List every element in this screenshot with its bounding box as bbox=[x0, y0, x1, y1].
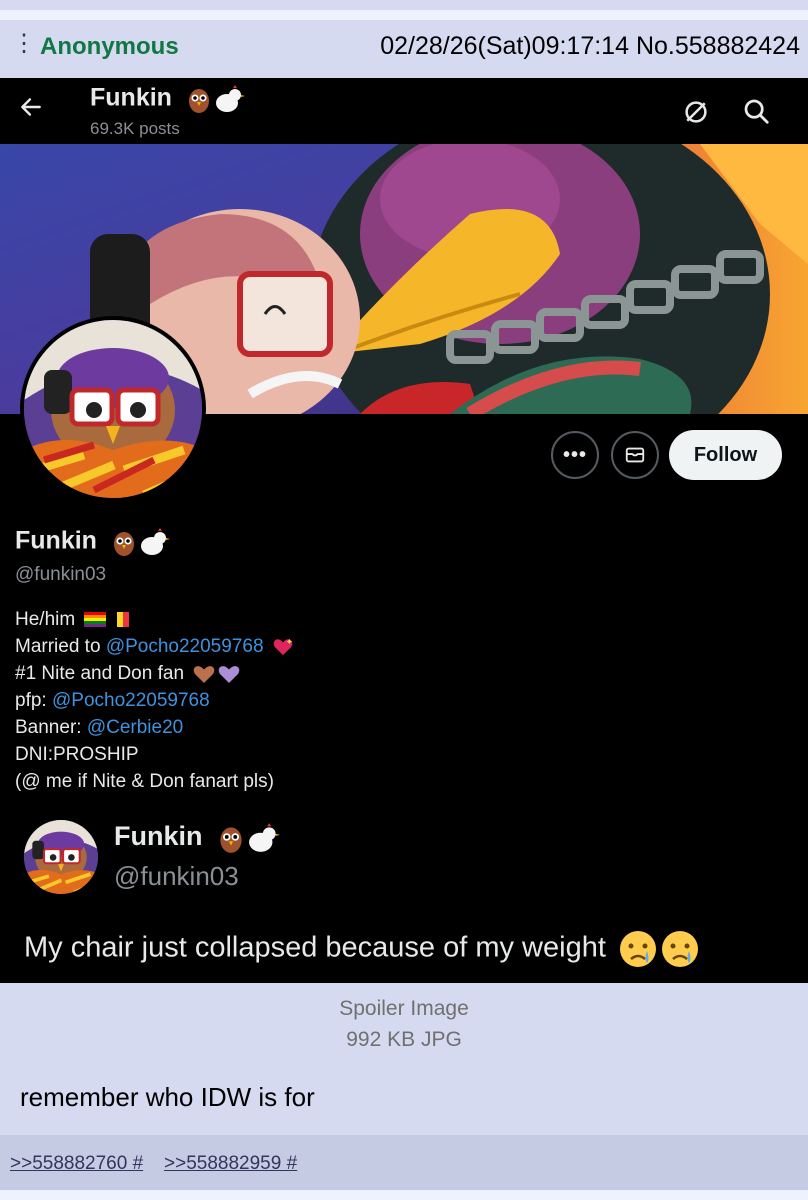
arrow-left-icon[interactable] bbox=[18, 94, 44, 120]
owl-chicken-emoji-icon bbox=[220, 823, 280, 853]
mention-link[interactable]: @Cerbie20 bbox=[87, 717, 183, 738]
owl-avatar-image bbox=[24, 320, 202, 498]
tweet-avatar[interactable] bbox=[24, 820, 98, 894]
post-menu-icon[interactable]: ⋮ bbox=[12, 32, 36, 56]
owl-chicken-emoji-icon bbox=[188, 85, 245, 113]
mention-link[interactable]: @Pocho22059768 bbox=[106, 636, 264, 657]
brown-purple-heart-icons bbox=[194, 666, 240, 683]
bio-pfp-text: pfp: bbox=[15, 690, 52, 711]
mute-icon[interactable] bbox=[681, 97, 711, 127]
tweet-author-handle: @funkin03 bbox=[114, 861, 239, 891]
envelope-icon bbox=[625, 447, 645, 463]
tweet-name-text: Funkin bbox=[114, 821, 203, 852]
profile-avatar[interactable] bbox=[20, 316, 206, 502]
spoiler-label[interactable]: Spoiler Image bbox=[0, 993, 808, 1024]
post-comment: remember who IDW is for bbox=[20, 1082, 315, 1112]
bio-banner-text: Banner: bbox=[15, 717, 87, 738]
header-name-text: Funkin bbox=[90, 83, 172, 112]
bio-line: DNI:PROSHIP bbox=[15, 744, 139, 765]
bio-line: Married to @Pocho22059768 bbox=[15, 633, 775, 660]
post-count: 69.3K posts bbox=[90, 119, 180, 138]
tweet-body-text: My chair just collapsed because of my we… bbox=[24, 931, 606, 964]
bio-married-text: Married to bbox=[15, 636, 106, 657]
profile-display-name: Funkin bbox=[15, 526, 170, 558]
bio-line: (@ me if Nite & Don fanart pls) bbox=[15, 771, 274, 792]
profile-bio: He/him Married to @Pocho22059768 #1 Nite… bbox=[15, 606, 775, 795]
more-options-button[interactable]: ••• bbox=[551, 431, 599, 479]
tweet-author-name: Funkin bbox=[114, 821, 280, 855]
crying-face-emoji-icon bbox=[619, 931, 698, 967]
attached-image[interactable]: Funkin 69.3K posts ••• Follow Funkin @fu… bbox=[0, 78, 808, 983]
tweet-text: My chair just collapsed because of my we… bbox=[24, 929, 702, 969]
sparkling-heart-icon bbox=[273, 638, 293, 656]
post-header: ⋮ Anonymous 02/28/26(Sat)09:17:14 No.558… bbox=[0, 20, 808, 72]
twitter-top-bar: Funkin 69.3K posts bbox=[0, 78, 808, 144]
file-info: Spoiler Image 992 KB JPG bbox=[0, 993, 808, 1055]
flag-icons bbox=[84, 611, 130, 627]
bio-line: Banner: @Cerbie20 bbox=[15, 714, 775, 741]
profile-name-text: Funkin bbox=[15, 526, 97, 555]
message-button[interactable] bbox=[611, 431, 659, 479]
post-meta: 02/28/26(Sat)09:17:14 No.558882424 bbox=[380, 32, 800, 61]
twitter-header-title: Funkin bbox=[90, 83, 245, 115]
bio-line: He/him bbox=[15, 606, 775, 633]
bio-line: #1 Nite and Don fan bbox=[15, 660, 775, 687]
post-datetime: 02/28/26(Sat)09:17:14 bbox=[380, 32, 629, 60]
reply-post: ⋮ Anonymous 02/28/26(Sat)09:17:14 No.558… bbox=[0, 20, 808, 1190]
follow-button[interactable]: Follow bbox=[669, 430, 782, 480]
file-size: 992 KB JPG bbox=[346, 1028, 462, 1051]
reply-link[interactable]: >>558882760 # bbox=[10, 1153, 143, 1175]
search-icon[interactable] bbox=[741, 96, 771, 126]
post-number[interactable]: No.558882424 bbox=[636, 32, 800, 60]
bio-fan-text: #1 Nite and Don fan bbox=[15, 663, 185, 684]
poster-name: Anonymous bbox=[40, 33, 179, 60]
thread-page: ⋮ Anonymous 02/28/26(Sat)09:17:14 No.558… bbox=[0, 0, 808, 1200]
bio-pronouns: He/him bbox=[15, 609, 76, 630]
bio-line: pfp: @Pocho22059768 bbox=[15, 687, 775, 714]
owl-avatar-image bbox=[24, 820, 98, 894]
owl-chicken-emoji-icon bbox=[113, 528, 170, 556]
reply-link[interactable]: >>558882959 # bbox=[164, 1153, 297, 1175]
mention-link[interactable]: @Pocho22059768 bbox=[52, 690, 210, 711]
profile-handle: @funkin03 bbox=[15, 564, 107, 585]
backlinks: >>558882760 # >>558882959 # bbox=[0, 1135, 808, 1190]
top-strip bbox=[0, 0, 808, 10]
